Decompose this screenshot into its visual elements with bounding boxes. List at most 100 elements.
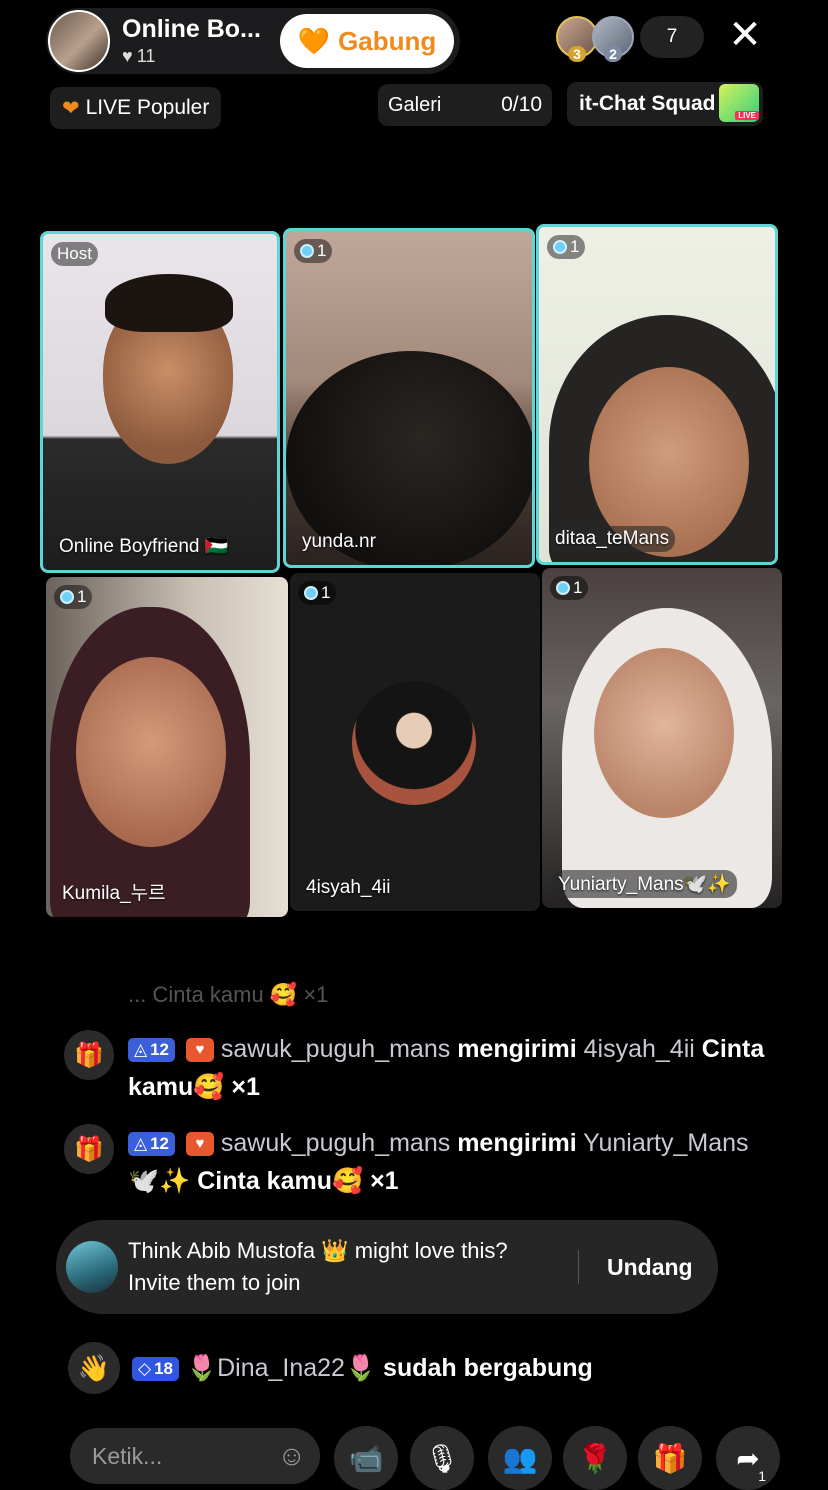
gift-name: Cinta kamu bbox=[197, 1167, 332, 1195]
chat-squad-label: it-Chat Squad bbox=[579, 92, 716, 115]
participant-name: Online Boyfriend 🇵🇸 bbox=[59, 536, 229, 557]
share-icon[interactable]: ➦ 1 bbox=[716, 1426, 780, 1490]
participant-avatar bbox=[352, 681, 476, 805]
suggested-user-avatar bbox=[66, 1241, 118, 1293]
level-value: 12 bbox=[150, 1040, 169, 1060]
participant-name: yunda.nr bbox=[302, 531, 376, 552]
join-message: 👋 ◇ 18 🌷Dina_Ina22🌷 sudah bergabung bbox=[68, 1342, 593, 1394]
participant-name: Kumila_누르 bbox=[62, 883, 166, 904]
user-level-badge: ◇ 18 bbox=[132, 1356, 179, 1381]
microphone-icon[interactable]: 🎙 bbox=[410, 1426, 474, 1490]
join-label: Gabung bbox=[338, 25, 437, 56]
fan-badge-icon: ♥ bbox=[185, 1132, 214, 1157]
participant-face bbox=[76, 657, 226, 847]
divider bbox=[578, 1250, 579, 1284]
rose-gift-icon[interactable]: 🌹 bbox=[563, 1426, 627, 1490]
user-level-badge: ◬ 12 bbox=[128, 1038, 175, 1063]
likes-count: ♥ 11 bbox=[122, 46, 272, 67]
gift-icon: 🎁 bbox=[64, 1030, 114, 1080]
gem-icon bbox=[304, 586, 318, 600]
gift-emoji: 🥰 bbox=[193, 1073, 225, 1101]
level-value: 12 bbox=[150, 1134, 169, 1154]
chat-gift-message: 🎁 ◬ 12 ♥ sawuk_puguh_mans mengirimi Yuni… bbox=[64, 1124, 768, 1200]
chat-username[interactable]: 🌷Dina_Ina22🌷 bbox=[186, 1354, 376, 1382]
live-tag: LIVE bbox=[735, 111, 759, 120]
viewer-rank-badge: 3 bbox=[568, 46, 586, 62]
galeri-label: Galeri bbox=[388, 93, 442, 116]
video-tile[interactable]: 1 ditaa_teMans bbox=[536, 224, 778, 565]
user-level-badge: ◬ 12 bbox=[128, 1132, 175, 1157]
join-button[interactable]: 🧡 Gabung bbox=[280, 14, 454, 68]
gift-text: ◬ 12 ♥ sawuk_puguh_mans mengirimi 4isyah… bbox=[128, 1030, 768, 1106]
live-populer-label: LIVE Populer bbox=[85, 96, 210, 119]
emoji-icon[interactable]: ☺ bbox=[277, 1440, 306, 1472]
level-badge: 1 bbox=[298, 581, 337, 605]
invite-line-1: Think Abib Mustofa 👑 might love this? bbox=[128, 1238, 508, 1263]
close-icon[interactable]: ✕ bbox=[726, 15, 764, 55]
level-value: 1 bbox=[573, 578, 583, 597]
video-tile[interactable]: 1 Yuniarty_Mans🕊️✨ bbox=[542, 568, 782, 908]
level-badge: 1 bbox=[294, 239, 333, 263]
chat-verb: mengirimi bbox=[457, 1035, 577, 1063]
participant-name: ditaa_teMans bbox=[549, 526, 676, 552]
chat-squad-pill[interactable]: it-Chat Squad LIVE bbox=[567, 82, 763, 126]
guests-icon[interactable]: 👥 bbox=[488, 1426, 552, 1490]
viewer-rank-badge: 2 bbox=[604, 46, 622, 62]
gem-icon bbox=[556, 581, 570, 595]
level-value: 1 bbox=[570, 237, 580, 256]
host-info: Online Bo... ♥ 11 bbox=[122, 15, 272, 67]
likes-value: 11 bbox=[136, 46, 156, 66]
heart-plus-icon: 🧡 bbox=[297, 25, 331, 56]
host-pill[interactable]: Online Bo... ♥ 11 🧡 Gabung bbox=[46, 8, 460, 74]
join-text: ◇ 18 🌷Dina_Ina22🌷 sudah bergabung bbox=[132, 1354, 593, 1383]
level-badge: 1 bbox=[54, 585, 93, 609]
top-viewers[interactable]: 3 2 7 bbox=[556, 14, 704, 62]
gem-icon bbox=[300, 244, 314, 258]
viewer-avatar[interactable]: 2 bbox=[592, 16, 634, 62]
invite-suggestion: Think Abib Mustofa 👑 might love this? In… bbox=[56, 1220, 718, 1314]
host-name: Online Bo... bbox=[122, 15, 261, 43]
level-value: 1 bbox=[317, 241, 327, 260]
comment-input[interactable] bbox=[90, 1441, 254, 1471]
video-tile[interactable]: 1 Kumila_누르 bbox=[46, 577, 288, 917]
gem-icon bbox=[60, 590, 74, 604]
heart-icon: ❤ bbox=[62, 96, 80, 120]
gift-box-icon[interactable]: 🎁 bbox=[638, 1426, 702, 1490]
gift-text: ◬ 12 ♥ sawuk_puguh_mans mengirimi Yuniar… bbox=[128, 1124, 768, 1200]
fan-badge-icon: ♥ bbox=[185, 1038, 214, 1063]
video-tile-host[interactable]: Host Online Boyfriend 🇵🇸 bbox=[40, 231, 280, 573]
invite-button[interactable]: Undang bbox=[601, 1253, 699, 1282]
participant-name: 4isyah_4ii bbox=[306, 877, 391, 898]
chat-verb: mengirimi bbox=[457, 1129, 577, 1157]
share-count: 1 bbox=[758, 1468, 766, 1484]
viewer-count[interactable]: 7 bbox=[640, 16, 704, 58]
level-value: 1 bbox=[77, 587, 87, 606]
live-populer-pill[interactable]: ❤ LIVE Populer bbox=[50, 87, 222, 129]
host-avatar[interactable] bbox=[48, 10, 110, 72]
invite-line-2: Invite them to join bbox=[128, 1270, 301, 1295]
level-value: 18 bbox=[154, 1358, 173, 1378]
camera-icon[interactable]: 📹 bbox=[334, 1426, 398, 1490]
level-badge: 1 bbox=[547, 235, 586, 259]
level-badge: 1 bbox=[550, 576, 589, 600]
galeri-count: 0/10 bbox=[501, 93, 542, 116]
join-verb: sudah bergabung bbox=[383, 1353, 593, 1382]
gift-icon: 🎁 bbox=[64, 1124, 114, 1174]
wave-icon[interactable]: 👋 bbox=[68, 1342, 120, 1394]
comment-box[interactable]: ☺ bbox=[70, 1428, 320, 1484]
galeri-pill[interactable]: Galeri 0/10 bbox=[378, 84, 552, 126]
chat-username[interactable]: sawuk_puguh_mans bbox=[221, 1035, 450, 1063]
chat-username[interactable]: sawuk_puguh_mans bbox=[221, 1129, 450, 1157]
chat-gift-message: 🎁 ◬ 12 ♥ sawuk_puguh_mans mengirimi 4isy… bbox=[64, 1030, 768, 1106]
participant-face bbox=[594, 648, 734, 818]
video-tile[interactable]: 1 4isyah_4ii bbox=[290, 573, 540, 911]
video-tile[interactable]: 1 yunda.nr bbox=[283, 228, 535, 568]
level-value: 1 bbox=[321, 583, 331, 602]
gift-count: ×1 bbox=[370, 1167, 399, 1195]
heart-icon: ♥ bbox=[122, 46, 133, 66]
gift-emoji: 🥰 bbox=[331, 1167, 364, 1195]
chat-recipient[interactable]: 4isyah_4ii bbox=[584, 1035, 695, 1063]
faded-chat-line: ... Cinta kamu 🥰 ×1 bbox=[128, 982, 329, 1007]
participant-name: Yuniarty_Mans🕊️✨ bbox=[552, 870, 737, 898]
invite-text: Think Abib Mustofa 👑 might love this? In… bbox=[128, 1235, 568, 1299]
